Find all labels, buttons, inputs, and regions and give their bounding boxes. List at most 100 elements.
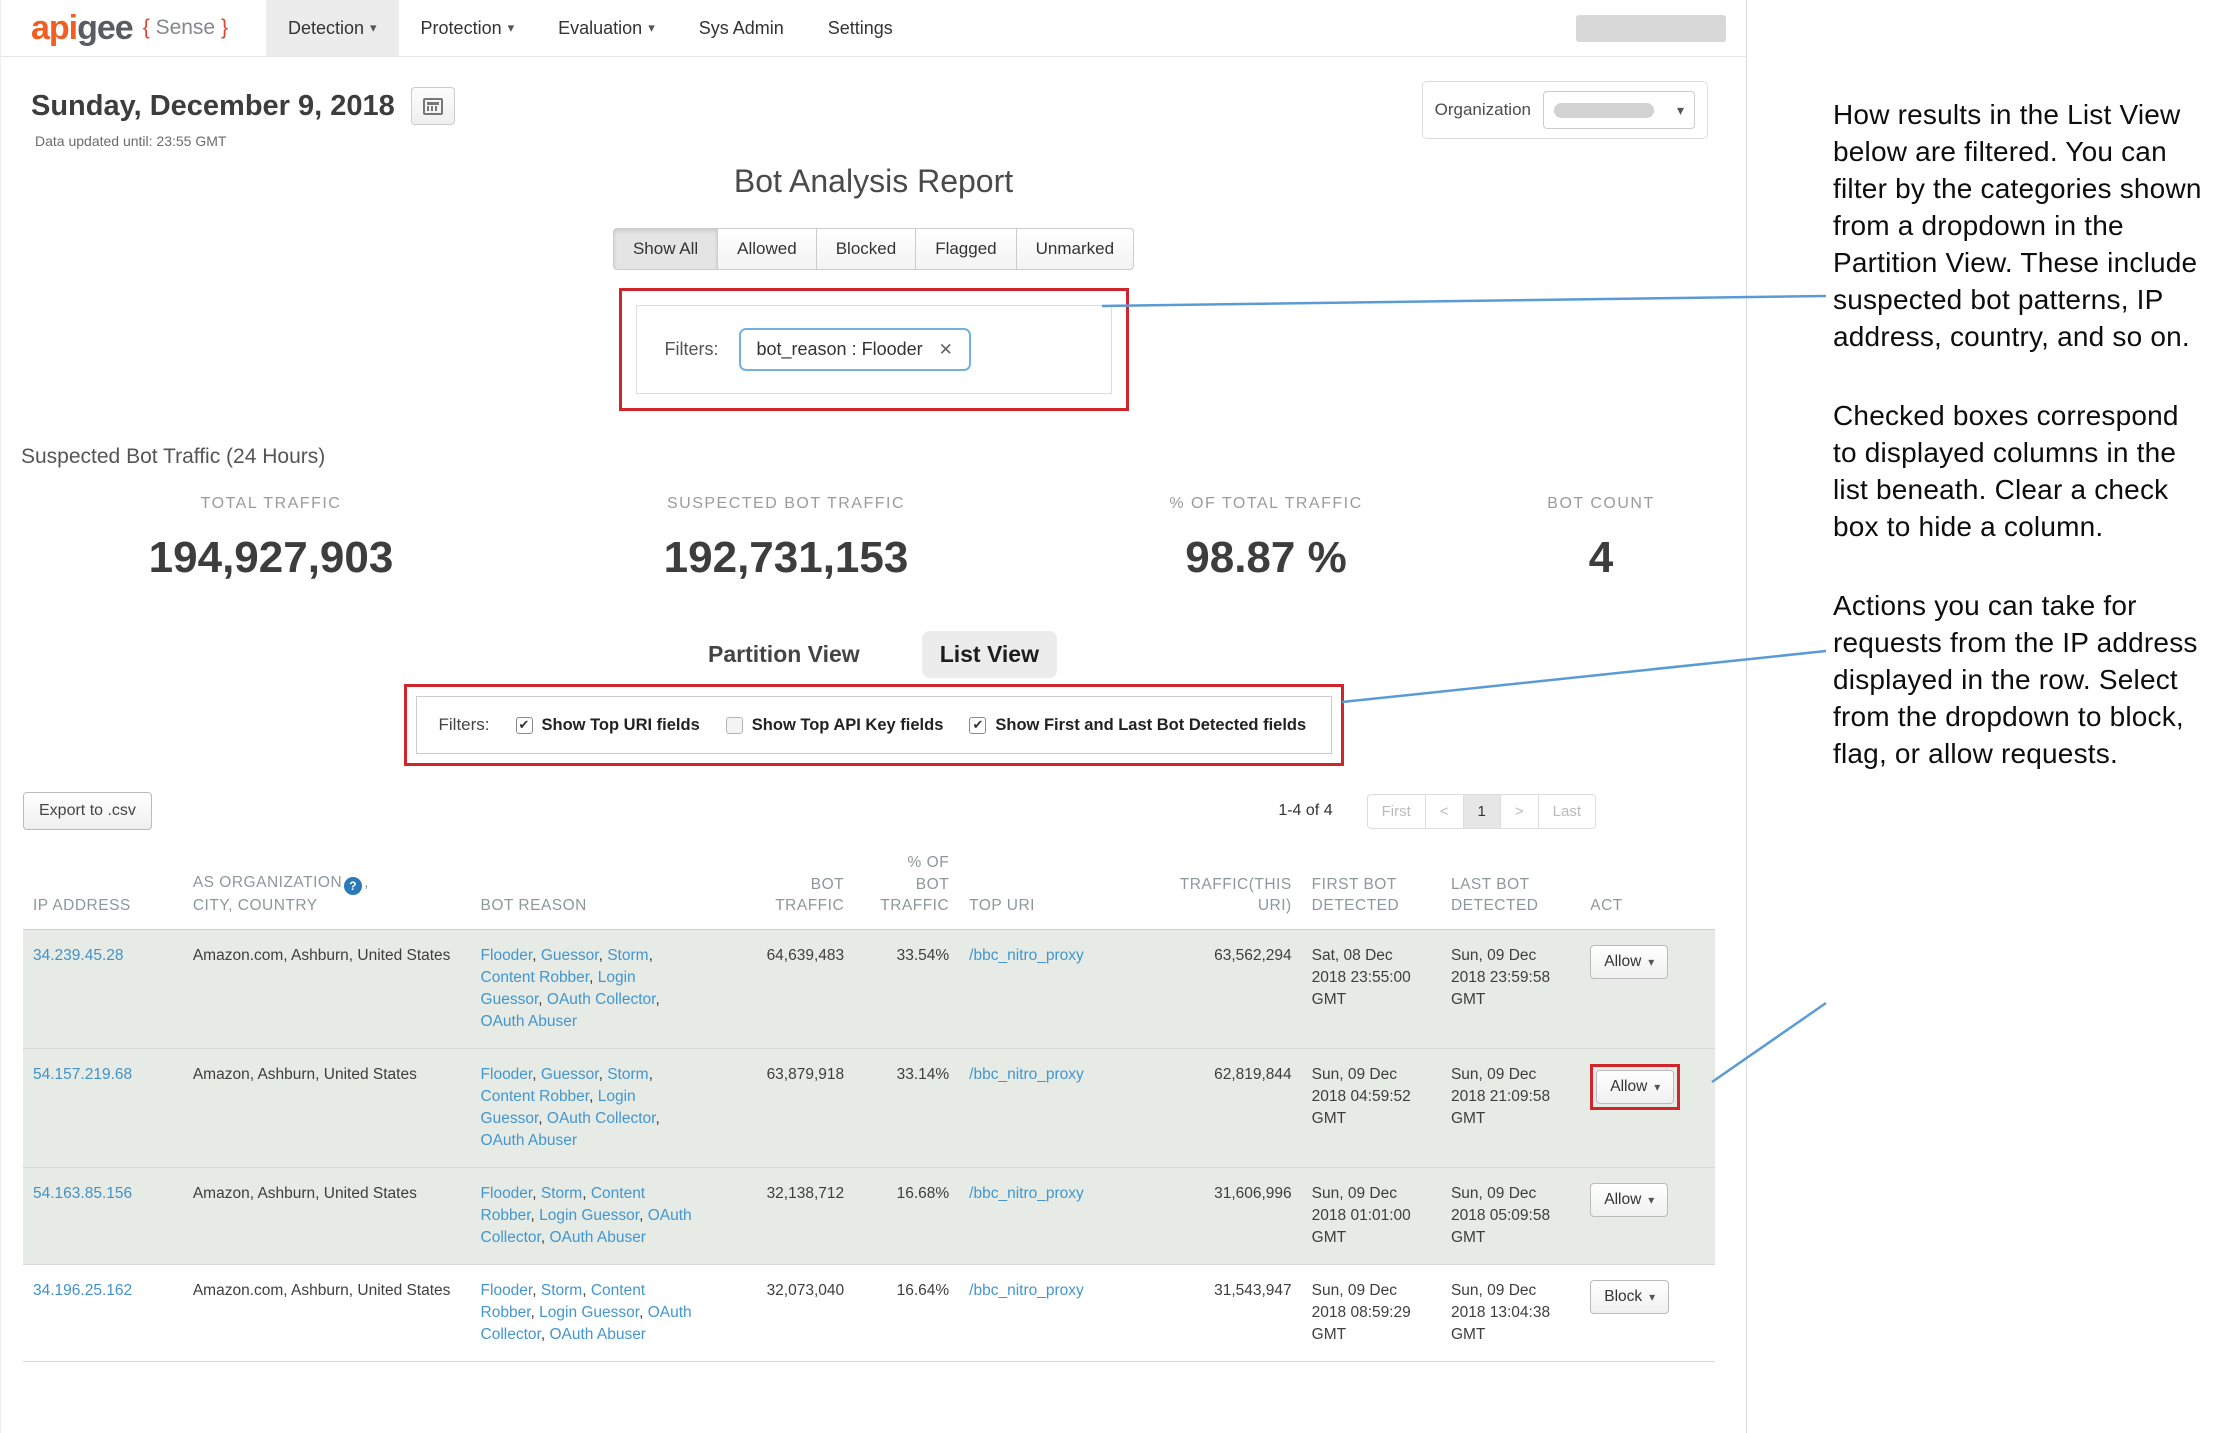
nav-item-evaluation[interactable]: Evaluation▾ <box>536 0 677 56</box>
stat-value: 192,731,153 <box>521 533 1051 583</box>
page-prev-button[interactable]: < <box>1426 794 1464 829</box>
annotation-box-filter-chip: Filters: bot_reason : Flooder ✕ <box>619 288 1129 411</box>
tab-unmarked[interactable]: Unmarked <box>1017 228 1134 270</box>
pagination: First < 1 > Last <box>1367 794 1596 829</box>
chevron-down-icon: ▾ <box>1648 955 1654 969</box>
chevron-down-icon: ▾ <box>1649 1290 1655 1304</box>
ip-link[interactable]: 34.196.25.162 <box>33 1282 132 1299</box>
bot-reason-cell: Flooder, Guessor, Storm, Content Robber,… <box>471 930 704 1049</box>
top-uri-link[interactable]: /bbc_nitro_proxy <box>969 947 1084 964</box>
column-filter-checkbox[interactable]: ✔Show First and Last Bot Detected fields <box>969 716 1306 735</box>
top-uri-link[interactable]: /bbc_nitro_proxy <box>969 1282 1084 1299</box>
calendar-icon <box>423 98 443 115</box>
help-icon[interactable]: ? <box>344 877 362 895</box>
bot-reason-link[interactable]: Content Robber <box>481 969 590 986</box>
tab-blocked[interactable]: Blocked <box>817 228 916 270</box>
action-dropdown[interactable]: Allow▾ <box>1590 945 1668 979</box>
bot-reason-link[interactable]: Storm <box>607 1066 648 1083</box>
nav-menu: Detection▾Protection▾Evaluation▾Sys Admi… <box>266 0 915 56</box>
first-bot-detected-cell: Sat, 08 Dec 2018 23:55:00 GMT <box>1302 930 1441 1049</box>
bot-reason-link[interactable]: Login Guessor <box>539 1207 639 1224</box>
filter-chip[interactable]: bot_reason : Flooder ✕ <box>739 328 971 371</box>
checkbox-unchecked-icon[interactable] <box>726 717 743 734</box>
calendar-button[interactable] <box>411 87 455 125</box>
bot-reason-link[interactable]: OAuth Abuser <box>481 1013 578 1030</box>
bot-reason-link[interactable]: Flooder <box>481 1185 533 1202</box>
column-header-first-bot-detected: FIRST BOTDETECTED <box>1302 840 1441 930</box>
bot-reason-cell: Flooder, Guessor, Storm, Content Robber,… <box>471 1049 704 1168</box>
bot-reason-link[interactable]: OAuth Collector <box>547 991 656 1008</box>
tab-allowed[interactable]: Allowed <box>718 228 817 270</box>
report-date: Sunday, December 9, 2018 <box>31 90 395 123</box>
column-header-last-bot-detected: LAST BOTDETECTED <box>1441 840 1580 930</box>
tab-show-all[interactable]: Show All <box>613 228 718 270</box>
top-uri-cell: /bbc_nitro_proxy <box>959 1265 1133 1362</box>
bot-reason-link[interactable]: Flooder <box>481 1282 533 1299</box>
bot-reason-link[interactable]: Storm <box>541 1282 582 1299</box>
ip-link[interactable]: 34.239.45.28 <box>33 947 124 964</box>
nav-item-sys-admin[interactable]: Sys Admin <box>677 0 806 56</box>
chevron-down-icon: ▾ <box>1648 1193 1654 1207</box>
bot-reason-link[interactable]: Flooder <box>481 1066 533 1083</box>
bot-reason-link[interactable]: Storm <box>541 1185 582 1202</box>
bot-reason-link[interactable]: Guessor <box>541 947 599 964</box>
bot-reason-link[interactable]: Login Guessor <box>539 1304 639 1321</box>
stat-label: SUSPECTED BOT TRAFFIC <box>521 495 1051 513</box>
chevron-down-icon: ▾ <box>648 20 655 36</box>
organization-select[interactable]: ▾ <box>1543 91 1695 129</box>
table-row: 34.239.45.28Amazon.com, Ashburn, United … <box>23 930 1715 1049</box>
checkbox-checked-icon[interactable]: ✔ <box>969 717 986 734</box>
status-tab-group: Show AllAllowedBlockedFlaggedUnmarked <box>1 228 1746 270</box>
column-filter-checkbox[interactable]: ✔Show Top URI fields <box>516 716 700 735</box>
table-toolbar: Export to .csv 1-4 of 4 First < 1 > Last <box>23 792 1596 830</box>
annotation-paragraph: How results in the List View below are f… <box>1833 96 2209 355</box>
bot-reason-cell: Flooder, Storm, Content Robber, Login Gu… <box>471 1168 704 1265</box>
bot-reason-link[interactable]: Storm <box>607 947 648 964</box>
ip-link[interactable]: 54.157.219.68 <box>33 1066 132 1083</box>
nav-item-detection[interactable]: Detection▾ <box>266 0 399 56</box>
stat-card: % OF TOTAL TRAFFIC98.87 % <box>1051 495 1481 583</box>
first-bot-detected-cell: Sun, 09 Dec 2018 08:59:29 GMT <box>1302 1265 1441 1362</box>
bot-reason-link[interactable]: Content Robber <box>481 1088 590 1105</box>
page-first-button[interactable]: First <box>1367 794 1426 829</box>
checkbox-checked-icon[interactable]: ✔ <box>516 717 533 734</box>
tab-flagged[interactable]: Flagged <box>916 228 1016 270</box>
chevron-down-icon: ▾ <box>1654 1080 1660 1094</box>
stat-label: BOT COUNT <box>1481 495 1721 513</box>
bot-reason-link[interactable]: OAuth Collector <box>547 1110 656 1127</box>
tab-list-view[interactable]: List View <box>922 631 1057 678</box>
org-cell: Amazon, Ashburn, United States <box>183 1049 471 1168</box>
bot-reason-link[interactable]: OAuth Abuser <box>481 1132 578 1149</box>
column-header-ip-address: IP ADDRESS <box>23 840 183 930</box>
bot-reason-link[interactable]: Flooder <box>481 947 533 964</box>
bot-reason-link[interactable]: Guessor <box>541 1066 599 1083</box>
nav-item-protection[interactable]: Protection▾ <box>399 0 537 56</box>
page-number-button[interactable]: 1 <box>1464 794 1501 829</box>
filter-chip-close-icon[interactable]: ✕ <box>939 340 953 360</box>
annotation-box-column-filters: Filters: ✔Show Top URI fieldsShow Top AP… <box>404 684 1344 766</box>
action-dropdown[interactable]: Allow▾ <box>1590 1183 1668 1217</box>
bot-reason-link[interactable]: OAuth Abuser <box>549 1326 646 1343</box>
filter-chip-text: bot_reason : Flooder <box>757 339 923 360</box>
ip-cell: 54.163.85.156 <box>23 1168 183 1265</box>
page-last-button[interactable]: Last <box>1539 794 1596 829</box>
column-filter-checkbox[interactable]: Show Top API Key fields <box>726 716 944 735</box>
user-info-redacted <box>1576 15 1726 42</box>
table-row: 34.196.25.162Amazon.com, Ashburn, United… <box>23 1265 1715 1362</box>
apigee-sense-logo[interactable]: apigee { Sense } <box>31 0 228 56</box>
uri-traffic-cell: 31,543,947 <box>1133 1265 1302 1362</box>
column-filters-panel: Filters: ✔Show Top URI fieldsShow Top AP… <box>416 696 1332 754</box>
bot-reason-link[interactable]: OAuth Abuser <box>549 1229 646 1246</box>
page-next-button[interactable]: > <box>1501 794 1539 829</box>
last-bot-detected-cell: Sun, 09 Dec 2018 05:09:58 GMT <box>1441 1168 1580 1265</box>
action-dropdown[interactable]: Block▾ <box>1590 1280 1669 1314</box>
action-dropdown[interactable]: Allow▾ <box>1596 1070 1674 1104</box>
top-uri-link[interactable]: /bbc_nitro_proxy <box>969 1066 1084 1083</box>
ip-link[interactable]: 54.163.85.156 <box>33 1185 132 1202</box>
top-uri-link[interactable]: /bbc_nitro_proxy <box>969 1185 1084 1202</box>
export-csv-button[interactable]: Export to .csv <box>23 792 152 830</box>
tab-partition-view[interactable]: Partition View <box>690 631 878 678</box>
nav-item-settings[interactable]: Settings <box>806 0 915 56</box>
column-header--of-bot-traffic: % OFBOTTRAFFIC <box>854 840 959 930</box>
table-row: 54.157.219.68 Amazon, Ashburn, United Sta… <box>23 1049 1715 1168</box>
